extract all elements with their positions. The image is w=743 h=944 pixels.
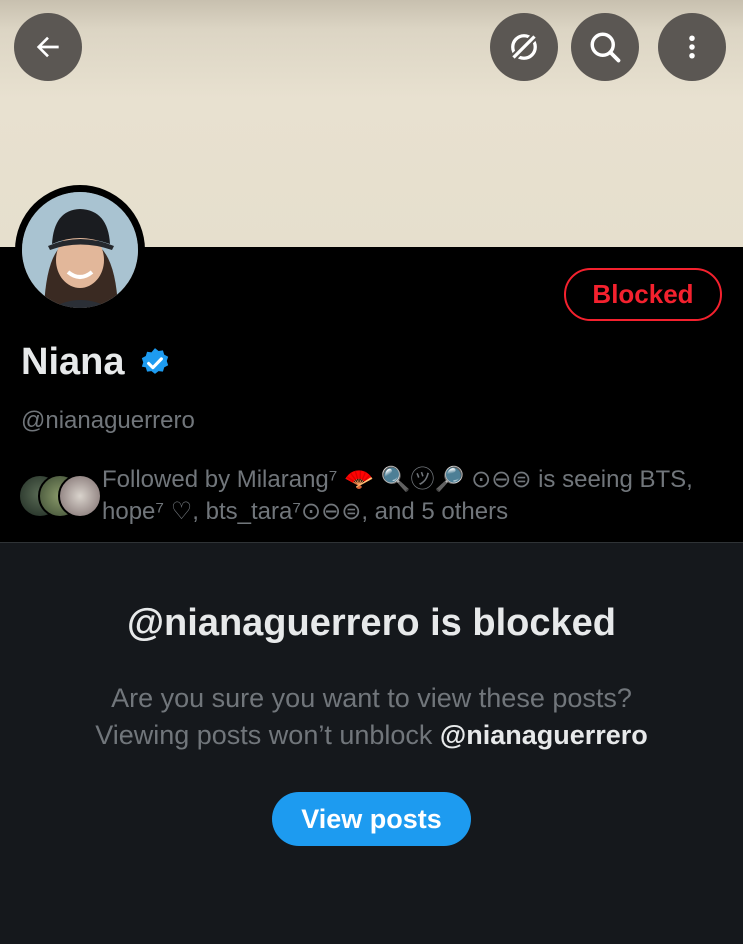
followed-by-line-2: hope⁷ ♡, bts_tara⁷⊙⊖⊜, and 5 others bbox=[102, 498, 509, 525]
blocked-description: Are you sure you want to view these post… bbox=[0, 680, 743, 754]
divider bbox=[0, 542, 743, 543]
blocked-description-prefix: Viewing posts won’t unblock bbox=[95, 720, 440, 750]
back-button[interactable] bbox=[14, 13, 82, 81]
search-icon bbox=[590, 32, 621, 63]
avatar-image bbox=[22, 192, 138, 308]
profile-name: Niana bbox=[21, 341, 125, 383]
back-arrow-icon bbox=[36, 36, 59, 58]
more-button[interactable] bbox=[658, 13, 726, 81]
blocked-description-handle: @nianaguerrero bbox=[439, 720, 648, 750]
blocked-title: @nianaguerrero is blocked bbox=[127, 602, 616, 644]
avatar[interactable] bbox=[15, 185, 145, 315]
followed-by-text: Followed by Milarang⁷ 🪭 🔍㋡🔎 ⊙⊖⊜ is seein… bbox=[102, 464, 712, 528]
search-button[interactable] bbox=[571, 13, 639, 81]
view-posts-button[interactable]: View posts bbox=[272, 792, 471, 846]
grok-button[interactable] bbox=[490, 13, 558, 81]
blocked-description-line-2: Viewing posts won’t unblock @nianaguerre… bbox=[0, 717, 743, 754]
grok-icon bbox=[509, 32, 539, 62]
blocked-button[interactable]: Blocked bbox=[564, 268, 722, 321]
profile-name-row: Niana bbox=[21, 341, 172, 384]
profile-handle: @nianaguerrero bbox=[21, 407, 195, 434]
followed-by-line-1: Followed by Milarang⁷ 🪭 🔍㋡🔎 ⊙⊖⊜ is seein… bbox=[102, 466, 693, 493]
blocked-description-line-1: Are you sure you want to view these post… bbox=[111, 683, 632, 713]
follower-avatars bbox=[18, 474, 102, 518]
follower-avatar bbox=[58, 474, 102, 518]
more-vertical-icon bbox=[689, 35, 695, 59]
verified-badge-icon bbox=[142, 347, 169, 374]
